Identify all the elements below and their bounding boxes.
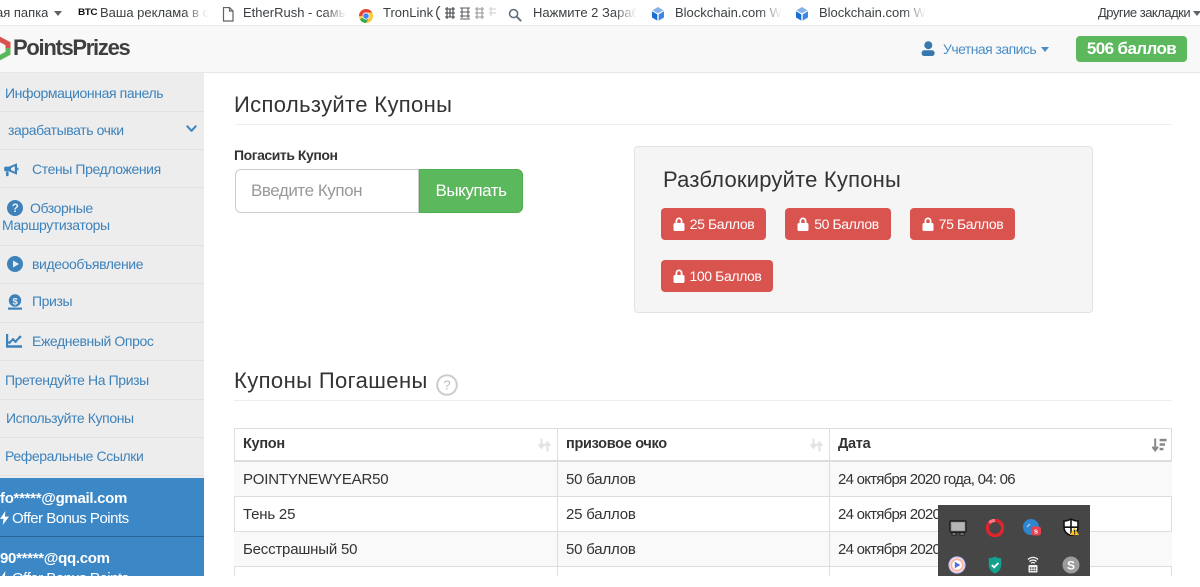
- svg-text:S: S: [1067, 558, 1075, 572]
- svg-text:?: ?: [443, 378, 450, 393]
- svg-text:s: s: [1034, 526, 1038, 535]
- svg-text:?: ?: [12, 203, 19, 215]
